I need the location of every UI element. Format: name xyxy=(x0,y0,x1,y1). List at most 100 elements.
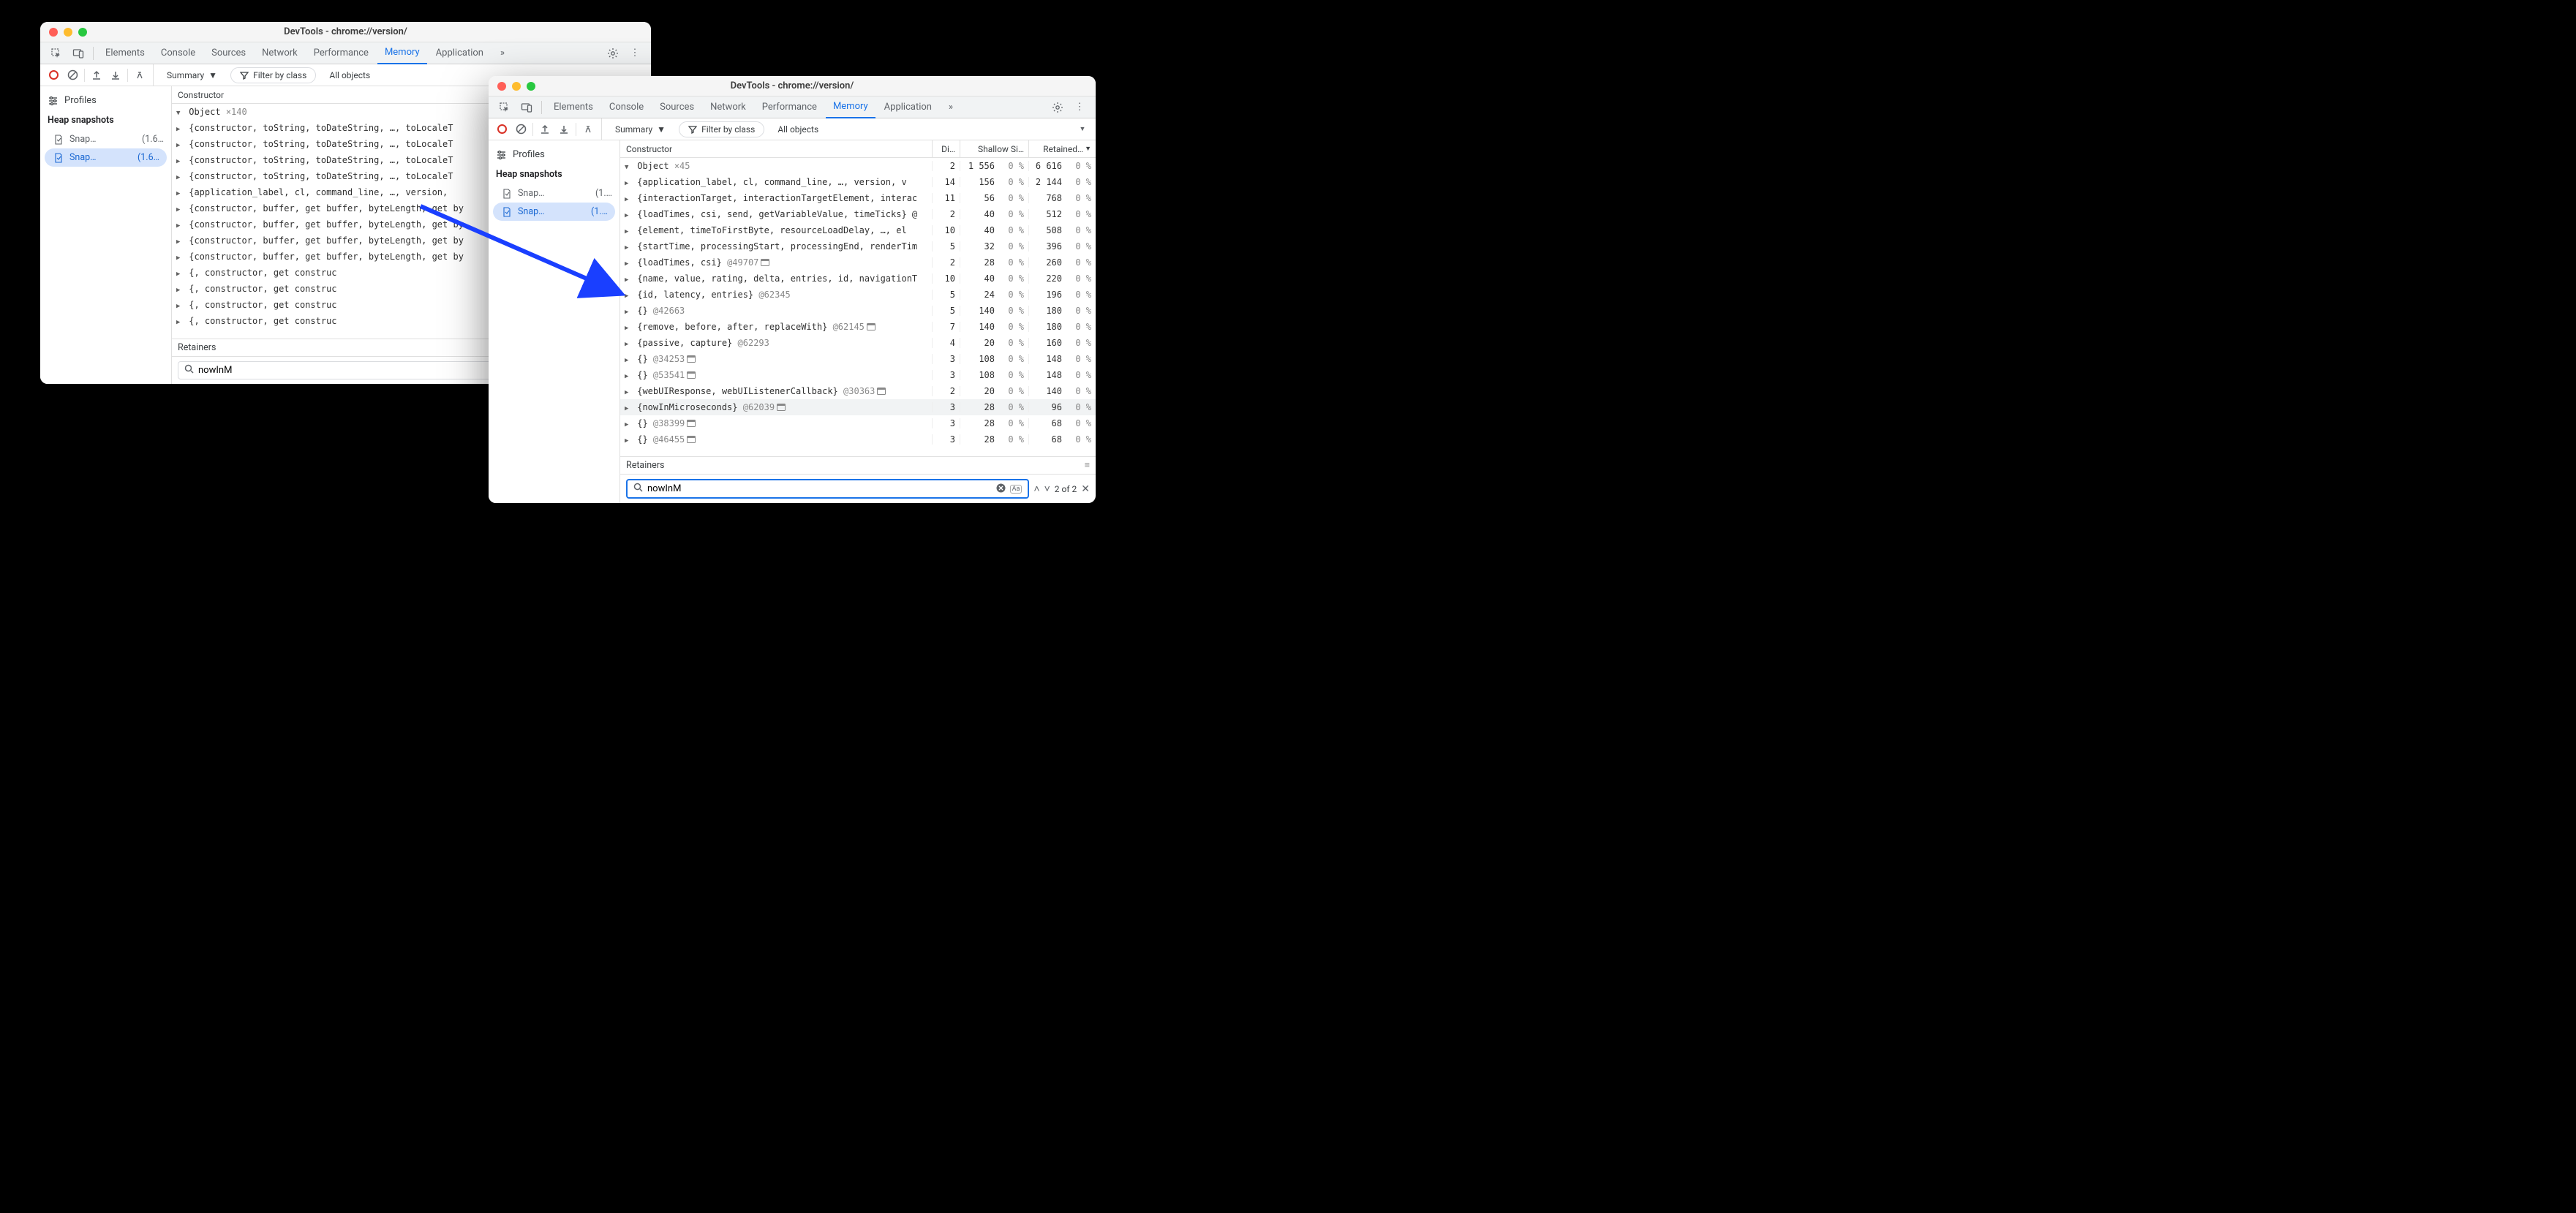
maximize-window-icon[interactable] xyxy=(78,28,87,37)
disclosure-triangle-icon[interactable]: ▶ xyxy=(176,126,184,133)
grid-body[interactable]: ▼ Object ×45 2 1 556 0 % 6 616 0 % ▶ {ap… xyxy=(620,158,1096,456)
settings-icon[interactable] xyxy=(603,43,623,64)
upload-icon[interactable] xyxy=(538,122,552,137)
upload-icon[interactable] xyxy=(89,68,104,83)
tab-elements[interactable]: Elements xyxy=(98,42,152,64)
table-row[interactable]: ▶ {} @34253 3 108 0 % 148 0 % xyxy=(620,351,1096,367)
chevron-down-icon[interactable]: ▼ xyxy=(1075,122,1090,137)
object-group-row[interactable]: ▼ Object ×45 2 1 556 0 % 6 616 0 % xyxy=(620,158,1096,174)
table-row[interactable]: ▶ {application_label, cl, command_line, … xyxy=(620,174,1096,190)
table-row[interactable]: ▶ {} @53541 3 108 0 % 148 0 % xyxy=(620,367,1096,383)
retainers-header[interactable]: Retainers ≡ xyxy=(620,456,1096,475)
minimize-window-icon[interactable] xyxy=(64,28,72,37)
tab-memory[interactable]: Memory xyxy=(377,42,427,64)
clear-input-icon[interactable] xyxy=(996,483,1006,495)
tab-console[interactable]: Console xyxy=(154,42,203,64)
snapshot-item-1[interactable]: Snap… (1.6… xyxy=(40,130,171,148)
table-row[interactable]: ▶ {remove, before, after, replaceWith} @… xyxy=(620,319,1096,335)
disclosure-triangle-icon[interactable]: ▶ xyxy=(625,357,632,364)
disclosure-triangle-icon[interactable]: ▶ xyxy=(625,292,632,300)
tab-memory[interactable]: Memory xyxy=(826,97,875,118)
table-row[interactable]: ▶ {} @42663 5 140 0 % 180 0 % xyxy=(620,303,1096,319)
disclosure-triangle-icon[interactable]: ▶ xyxy=(625,437,632,445)
scope-select[interactable]: All objects xyxy=(770,122,826,137)
search-box[interactable]: Aa xyxy=(626,479,1029,499)
disclosure-triangle-icon[interactable]: ▶ xyxy=(176,222,184,230)
disclosure-triangle-icon[interactable]: ▶ xyxy=(625,276,632,284)
disclosure-triangle-icon[interactable]: ▶ xyxy=(176,238,184,246)
device-toggle-icon[interactable] xyxy=(516,97,537,118)
disclosure-triangle-icon[interactable]: ▶ xyxy=(176,271,184,278)
close-search-icon[interactable]: ✕ xyxy=(1081,483,1090,495)
table-row[interactable]: ▶ {passive, capture} @62293 4 20 0 % 160… xyxy=(620,335,1096,351)
disclosure-triangle-icon[interactable]: ▶ xyxy=(625,421,632,428)
inspect-icon[interactable] xyxy=(494,97,515,118)
disclosure-triangle-icon[interactable]: ▶ xyxy=(625,260,632,268)
table-row[interactable]: ▶ {loadTimes, csi} @49707 2 28 0 % 260 0… xyxy=(620,254,1096,271)
disclosure-triangle-icon[interactable]: ▶ xyxy=(176,287,184,294)
next-match-icon[interactable]: ˅ xyxy=(1044,483,1050,495)
table-row[interactable]: ▶ {} @46455 3 28 0 % 68 0 % xyxy=(620,431,1096,447)
record-icon[interactable] xyxy=(46,68,61,83)
disclosure-triangle-icon[interactable]: ▶ xyxy=(625,180,632,187)
disclosure-triangle-icon[interactable]: ▶ xyxy=(176,254,184,262)
profiles-header[interactable]: Profiles xyxy=(40,91,171,110)
snapshot-item-2[interactable]: Snap… (1.6… xyxy=(45,148,167,167)
tab-sources[interactable]: Sources xyxy=(204,42,253,64)
disclosure-triangle-icon[interactable]: ▶ xyxy=(176,142,184,149)
tab-network[interactable]: Network xyxy=(703,97,753,118)
disclosure-triangle-icon[interactable]: ▶ xyxy=(176,319,184,326)
table-row[interactable]: ▶ {startTime, processingStart, processin… xyxy=(620,238,1096,254)
device-toggle-icon[interactable] xyxy=(68,43,88,64)
kebab-menu-icon[interactable]: ⋮ xyxy=(1069,97,1090,118)
clear-icon[interactable] xyxy=(513,122,528,137)
disclosure-triangle-icon[interactable]: ▶ xyxy=(176,174,184,181)
garbage-collect-icon[interactable] xyxy=(132,68,147,83)
disclosure-triangle-icon[interactable]: ▼ xyxy=(625,164,632,171)
col-constructor[interactable]: Constructor xyxy=(620,144,932,154)
scope-select[interactable]: All objects xyxy=(322,68,377,83)
disclosure-triangle-icon[interactable]: ▶ xyxy=(625,309,632,316)
view-select[interactable]: Summary ▼ xyxy=(608,122,673,137)
download-icon[interactable] xyxy=(557,122,571,137)
table-row[interactable]: ▶ {} @38399 3 28 0 % 68 0 % xyxy=(620,415,1096,431)
traffic-lights[interactable] xyxy=(489,82,535,91)
disclosure-triangle-icon[interactable]: ▶ xyxy=(625,389,632,396)
more-tabs-icon[interactable]: » xyxy=(941,97,961,118)
table-row[interactable]: ▶ {webUIResponse, webUIListenerCallback}… xyxy=(620,383,1096,399)
filter-chip[interactable]: Filter by class xyxy=(230,67,316,83)
disclosure-triangle-icon[interactable]: ▶ xyxy=(625,341,632,348)
snapshot-item-2[interactable]: Snap… (1.… xyxy=(493,203,615,221)
disclosure-triangle-icon[interactable]: ▶ xyxy=(176,303,184,310)
tab-application[interactable]: Application xyxy=(429,42,491,64)
filter-chip[interactable]: Filter by class xyxy=(679,121,764,137)
disclosure-triangle-icon[interactable]: ▶ xyxy=(176,158,184,165)
inspect-icon[interactable] xyxy=(46,43,67,64)
tab-elements[interactable]: Elements xyxy=(546,97,600,118)
disclosure-triangle-icon[interactable]: ▶ xyxy=(625,405,632,412)
maximize-window-icon[interactable] xyxy=(527,82,535,91)
table-row[interactable]: ▶ {element, timeToFirstByte, resourceLoa… xyxy=(620,222,1096,238)
disclosure-triangle-icon[interactable]: ▶ xyxy=(625,228,632,235)
prev-match-icon[interactable]: ˄ xyxy=(1033,483,1039,495)
disclosure-triangle-icon[interactable]: ▶ xyxy=(625,373,632,380)
disclosure-triangle-icon[interactable]: ▶ xyxy=(176,190,184,197)
table-row[interactable]: ▶ {nowInMicroseconds} @62039 3 28 0 % 96… xyxy=(620,399,1096,415)
record-icon[interactable] xyxy=(494,122,509,137)
minimize-window-icon[interactable] xyxy=(512,82,521,91)
tab-performance[interactable]: Performance xyxy=(306,42,376,64)
snapshot-item-1[interactable]: Snap… (1.… xyxy=(489,184,619,203)
col-distance[interactable]: Di… xyxy=(932,140,960,157)
download-icon[interactable] xyxy=(108,68,123,83)
disclosure-triangle-icon[interactable]: ▶ xyxy=(625,212,632,219)
clear-icon[interactable] xyxy=(65,68,80,83)
profiles-header[interactable]: Profiles xyxy=(489,145,619,165)
disclosure-triangle-icon[interactable]: ▶ xyxy=(625,196,632,203)
tab-network[interactable]: Network xyxy=(255,42,305,64)
garbage-collect-icon[interactable] xyxy=(581,122,595,137)
disclosure-triangle-icon[interactable]: ▶ xyxy=(176,206,184,213)
col-shallow[interactable]: Shallow Si… xyxy=(960,140,1028,157)
close-window-icon[interactable] xyxy=(497,82,506,91)
more-tabs-icon[interactable]: » xyxy=(492,43,513,64)
table-row[interactable]: ▶ {id, latency, entries} @62345 5 24 0 %… xyxy=(620,287,1096,303)
